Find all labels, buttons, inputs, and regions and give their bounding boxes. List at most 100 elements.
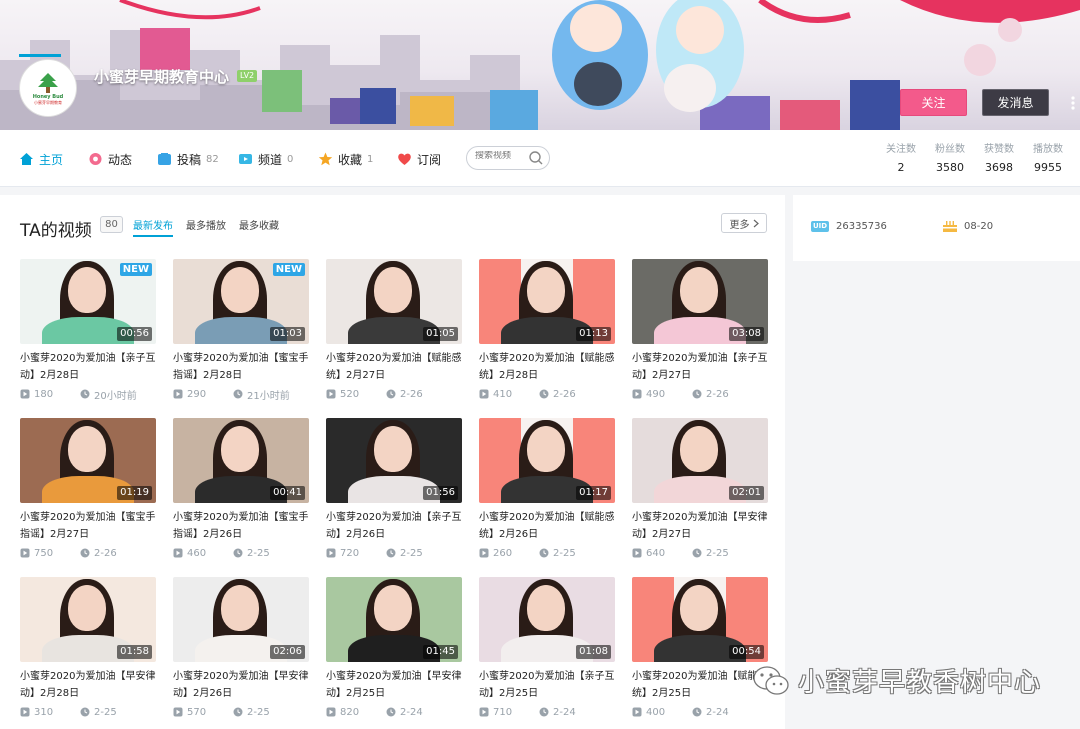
- video-card[interactable]: 01:56 小蜜芽2020为爱加油【亲子互动】2月26日 720 2-25: [326, 418, 462, 563]
- video-thumbnail[interactable]: NEW 01:03: [173, 259, 309, 344]
- video-title[interactable]: 小蜜芽2020为爱加油【亲子互动】2月27日: [632, 350, 768, 384]
- clock-icon: [233, 548, 243, 558]
- search-icon[interactable]: [528, 150, 544, 166]
- video-title[interactable]: 小蜜芽2020为爱加油【蜜宝手指谣】2月27日: [20, 509, 156, 543]
- publish-time: 2-24: [706, 706, 729, 718]
- more-videos-label: 更多: [729, 219, 750, 231]
- play-count: 460: [187, 547, 207, 559]
- chevron-right-icon: [753, 219, 759, 227]
- play-count: 290: [187, 388, 207, 400]
- tab-subscriptions-label: 订阅: [417, 152, 442, 167]
- stat-fans[interactable]: 粉丝数 3580: [930, 144, 970, 176]
- logo-subtext: 小蜜芽早期教育: [34, 99, 62, 105]
- video-title[interactable]: 小蜜芽2020为爱加油【赋能感统】2月28日: [479, 350, 615, 384]
- video-title[interactable]: 小蜜芽2020为爱加油【早安律动】2月27日: [632, 509, 768, 543]
- video-card[interactable]: 01:08 小蜜芽2020为爱加油【亲子互动】2月25日 710 2-24: [479, 577, 615, 722]
- send-message-button[interactable]: 发消息: [982, 89, 1049, 116]
- tab-uploads[interactable]: 投稿 82: [157, 150, 219, 168]
- video-title[interactable]: 小蜜芽2020为爱加油【蜜宝手指谣】2月26日: [173, 509, 309, 543]
- video-card[interactable]: 01:05 小蜜芽2020为爱加油【赋能感统】2月27日 520 2-26: [326, 259, 462, 404]
- tab-home[interactable]: 主页: [19, 150, 63, 168]
- video-card[interactable]: 02:01 小蜜芽2020为爱加油【早安律动】2月27日 640 2-25: [632, 418, 768, 563]
- publish-time: 21小时前: [247, 390, 290, 402]
- video-search[interactable]: [466, 146, 550, 170]
- video-card[interactable]: NEW 01:03 小蜜芽2020为爱加油【蜜宝手指谣】2月28日 290 21…: [173, 259, 309, 404]
- video-thumbnail[interactable]: 02:01: [632, 418, 768, 503]
- video-title[interactable]: 小蜜芽2020为爱加油【亲子互动】2月28日: [20, 350, 156, 384]
- video-meta: 290 21小时前: [173, 387, 309, 402]
- video-thumbnail[interactable]: 01:13: [479, 259, 615, 344]
- video-card[interactable]: 00:54 小蜜芽2020为爱加油【赋能感统】2月25日 400 2-24: [632, 577, 768, 722]
- channel-avatar[interactable]: Honey Bud 小蜜芽早期教育: [20, 60, 76, 116]
- video-thumbnail[interactable]: 01:05: [326, 259, 462, 344]
- video-card[interactable]: 01:45 小蜜芽2020为爱加油【早安律动】2月25日 820 2-24: [326, 577, 462, 722]
- video-thumbnail[interactable]: 01:08: [479, 577, 615, 662]
- sort-latest[interactable]: 最新发布: [133, 217, 173, 237]
- tab-favorites[interactable]: 收藏 1: [318, 150, 373, 168]
- video-duration: 03:08: [729, 327, 764, 341]
- new-badge: NEW: [119, 263, 152, 276]
- stat-following-value: 2: [897, 161, 905, 174]
- stat-likes-value: 3698: [985, 161, 1013, 174]
- play-count-icon: [20, 707, 30, 717]
- active-tab-indicator: [19, 54, 61, 57]
- more-options-icon[interactable]: [1070, 95, 1076, 111]
- video-thumbnail[interactable]: 01:56: [326, 418, 462, 503]
- watermark-text: 小蜜芽早教香树中心: [798, 668, 1042, 698]
- video-thumbnail[interactable]: 00:41: [173, 418, 309, 503]
- tab-dynamic[interactable]: 动态: [88, 150, 132, 168]
- video-card[interactable]: 02:06 小蜜芽2020为爱加油【早安律动】2月26日 570 2-25: [173, 577, 309, 722]
- video-card[interactable]: 00:41 小蜜芽2020为爱加油【蜜宝手指谣】2月26日 460 2-25: [173, 418, 309, 563]
- sort-most-favorited[interactable]: 最多收藏: [239, 217, 279, 232]
- video-thumbnail[interactable]: 00:54: [632, 577, 768, 662]
- stat-following[interactable]: 关注数 2: [881, 144, 921, 176]
- video-thumbnail[interactable]: 01:58: [20, 577, 156, 662]
- video-thumbnail[interactable]: 01:19: [20, 418, 156, 503]
- publish-time: 2-25: [247, 706, 270, 718]
- publish-time: 2-24: [400, 706, 423, 718]
- video-title[interactable]: 小蜜芽2020为爱加油【早安律动】2月28日: [20, 668, 156, 702]
- video-title[interactable]: 小蜜芽2020为爱加油【蜜宝手指谣】2月28日: [173, 350, 309, 384]
- video-title[interactable]: 小蜜芽2020为爱加油【早安律动】2月25日: [326, 668, 462, 702]
- video-thumbnail[interactable]: 01:45: [326, 577, 462, 662]
- video-duration: 01:17: [576, 486, 611, 500]
- play-count-icon: [632, 707, 642, 717]
- channel-name: 小蜜芽早期教育中心: [94, 68, 230, 86]
- more-videos-button[interactable]: 更多: [721, 213, 767, 233]
- sort-most-played[interactable]: 最多播放: [186, 217, 226, 232]
- search-input[interactable]: [475, 151, 527, 161]
- video-thumbnail[interactable]: NEW 00:56: [20, 259, 156, 344]
- video-duration: 01:03: [270, 327, 305, 341]
- video-card[interactable]: 01:17 小蜜芽2020为爱加油【赋能感统】2月26日 260 2-25: [479, 418, 615, 563]
- video-card[interactable]: 01:58 小蜜芽2020为爱加油【早安律动】2月28日 310 2-25: [20, 577, 156, 722]
- publish-time: 20小时前: [94, 390, 137, 402]
- video-thumbnail[interactable]: 01:17: [479, 418, 615, 503]
- clock-icon: [233, 707, 243, 717]
- video-duration: 01:58: [117, 645, 152, 659]
- birthday-value: 08-20: [964, 221, 994, 232]
- video-title[interactable]: 小蜜芽2020为爱加油【赋能感统】2月25日: [632, 668, 768, 702]
- publish-time: 2-26: [553, 388, 576, 400]
- video-title[interactable]: 小蜜芽2020为爱加油【赋能感统】2月27日: [326, 350, 462, 384]
- clock-icon: [80, 707, 90, 717]
- tab-subscriptions[interactable]: 订阅: [397, 150, 441, 168]
- video-thumbnail[interactable]: 03:08: [632, 259, 768, 344]
- video-title[interactable]: 小蜜芽2020为爱加油【赋能感统】2月26日: [479, 509, 615, 543]
- video-title[interactable]: 小蜜芽2020为爱加油【亲子互动】2月25日: [479, 668, 615, 702]
- publish-time: 2-25: [706, 547, 729, 559]
- video-title[interactable]: 小蜜芽2020为爱加油【亲子互动】2月26日: [326, 509, 462, 543]
- follow-button[interactable]: 关注: [900, 89, 967, 116]
- video-card[interactable]: 03:08 小蜜芽2020为爱加油【亲子互动】2月27日 490 2-26: [632, 259, 768, 404]
- stat-fans-value: 3580: [936, 161, 964, 174]
- clock-icon: [386, 389, 396, 399]
- tab-channels[interactable]: 频道 0: [238, 150, 293, 168]
- clock-icon: [386, 707, 396, 717]
- video-thumbnail[interactable]: 02:06: [173, 577, 309, 662]
- video-card[interactable]: NEW 00:56 小蜜芽2020为爱加油【亲子互动】2月28日 180 20小…: [20, 259, 156, 404]
- play-count: 640: [646, 547, 666, 559]
- video-card[interactable]: 01:19 小蜜芽2020为爱加油【蜜宝手指谣】2月27日 750 2-26: [20, 418, 156, 563]
- video-card[interactable]: 01:13 小蜜芽2020为爱加油【赋能感统】2月28日 410 2-26: [479, 259, 615, 404]
- play-count: 750: [34, 547, 54, 559]
- video-duration: 01:45: [423, 645, 458, 659]
- video-title[interactable]: 小蜜芽2020为爱加油【早安律动】2月26日: [173, 668, 309, 702]
